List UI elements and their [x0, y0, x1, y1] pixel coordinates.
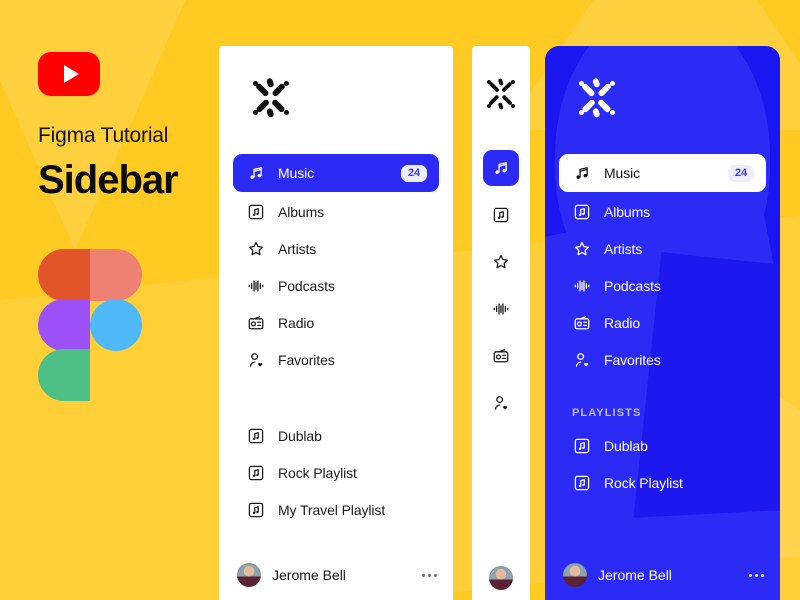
sidebar-expanded-light: Music 24 Albums Artists Podcasts Radio Favorit… — [219, 46, 453, 600]
sidebar-item-favorites[interactable]: Favorites — [233, 343, 439, 377]
figma-shape-top-left — [38, 249, 90, 301]
sidebar-item-label: Rock Playlist — [278, 465, 357, 481]
album-icon — [572, 474, 591, 493]
sidebar-item-rock-playlist[interactable]: Rock Playlist — [233, 456, 439, 490]
more-options-icon[interactable] — [749, 573, 764, 577]
waveform-icon — [246, 277, 265, 296]
music-note-icon — [492, 159, 510, 177]
sidebar-item-label: Favorites — [278, 352, 335, 368]
sidebar-item-label: Artists — [604, 241, 643, 257]
user-name: Jerome Bell — [598, 567, 672, 583]
app-logo-mark — [485, 77, 517, 110]
radio-icon — [572, 314, 591, 333]
more-options-icon[interactable] — [422, 573, 437, 577]
sidebar-item-label: Radio — [604, 315, 641, 331]
sidebar-item-favorites[interactable]: Favorites — [559, 343, 766, 377]
sidebar-item-podcasts[interactable] — [483, 291, 519, 327]
sidebar-item-rock-playlist[interactable]: Rock Playlist — [559, 466, 766, 500]
sidebar-item-podcasts[interactable]: Podcasts — [233, 269, 439, 303]
sidebar-item-albums[interactable]: Albums — [559, 195, 766, 229]
user-profile-row[interactable]: Jerome Bell — [563, 560, 764, 590]
status-badge: 24 — [727, 164, 754, 182]
sidebar-item-albums[interactable] — [483, 197, 519, 233]
star-icon — [572, 240, 591, 259]
sidebar-item-radio[interactable]: Radio — [559, 306, 766, 340]
sidebar-item-label: Radio — [278, 315, 315, 331]
sidebar-item-label: Dublab — [604, 438, 648, 454]
star-icon — [492, 253, 510, 271]
figma-shape-bottom-left — [38, 349, 90, 401]
user-name: Jerome Bell — [272, 567, 346, 583]
sidebar-item-label: My Travel Playlist — [278, 502, 386, 518]
sidebar-item-label: Albums — [604, 204, 651, 220]
youtube-play-icon — [38, 52, 100, 96]
album-icon — [572, 437, 591, 456]
sidebar-item-label: Podcasts — [278, 278, 335, 294]
sidebar-item-label: Rock Playlist — [604, 475, 683, 491]
page-title: Sidebar — [38, 158, 179, 202]
figma-shape-middle-right — [90, 299, 142, 351]
album-icon — [492, 206, 510, 224]
sidebar-item-radio[interactable] — [483, 338, 519, 374]
sidebar-item-favorites[interactable] — [483, 385, 519, 421]
figma-shape-middle-left — [38, 299, 90, 351]
music-note-icon — [246, 164, 265, 183]
person-heart-icon — [246, 351, 265, 370]
sidebar-item-label: Albums — [278, 204, 325, 220]
sidebar-item-label: Favorites — [604, 352, 661, 368]
album-icon — [246, 203, 265, 222]
sidebar-item-albums[interactable]: Albums — [233, 195, 439, 229]
play-triangle-icon — [63, 65, 79, 83]
sidebar-item-label: Music — [278, 165, 315, 181]
music-note-icon — [572, 164, 591, 183]
radio-icon — [246, 314, 265, 333]
sidebar-item-artists[interactable]: Artists — [233, 232, 439, 266]
sidebar-item-artists[interactable] — [483, 244, 519, 280]
waveform-icon — [492, 300, 510, 318]
album-icon — [572, 203, 591, 222]
sidebar-item-label: Music — [604, 165, 641, 181]
intro-kicker: Figma Tutorial — [38, 124, 169, 147]
app-logo-mark — [577, 77, 617, 118]
album-icon — [246, 427, 265, 446]
playlists-section-heading: PLAYLISTS — [572, 407, 642, 419]
user-avatar[interactable] — [489, 566, 513, 590]
user-avatar — [563, 563, 587, 587]
sidebar-item-label: Podcasts — [604, 278, 661, 294]
sidebar-item-dublab[interactable]: Dublab — [233, 419, 439, 453]
sidebar-item-music[interactable] — [483, 150, 519, 186]
sidebar-collapsed-light — [472, 46, 530, 600]
sidebar-item-artists[interactable]: Artists — [559, 232, 766, 266]
waveform-icon — [572, 277, 591, 296]
person-heart-icon — [572, 351, 591, 370]
figma-shape-top-right — [90, 249, 142, 301]
album-icon — [246, 501, 265, 520]
person-heart-icon — [492, 394, 510, 412]
sidebar-item-radio[interactable]: Radio — [233, 306, 439, 340]
user-profile-row[interactable]: Jerome Bell — [237, 560, 437, 590]
sidebar-item-podcasts[interactable]: Podcasts — [559, 269, 766, 303]
sidebar-item-label: Dublab — [278, 428, 322, 444]
intro-panel: Figma Tutorial Sidebar — [0, 0, 219, 600]
sidebar-expanded-blue: Music 24 Albums Artists Podcasts Radio Favorit… — [545, 46, 780, 600]
app-logo-mark — [251, 77, 291, 118]
album-icon — [246, 464, 265, 483]
figma-logo — [38, 249, 142, 401]
sidebar-item-music[interactable]: Music 24 — [559, 154, 766, 192]
sidebar-item-label: Artists — [278, 241, 317, 257]
radio-icon — [492, 347, 510, 365]
sidebar-item-music[interactable]: Music 24 — [233, 154, 439, 192]
star-icon — [246, 240, 265, 259]
user-avatar — [237, 563, 261, 587]
status-badge: 24 — [400, 164, 427, 182]
sidebar-item-my-travel-playlist[interactable]: My Travel Playlist — [233, 493, 439, 527]
sidebar-item-dublab[interactable]: Dublab — [559, 429, 766, 463]
